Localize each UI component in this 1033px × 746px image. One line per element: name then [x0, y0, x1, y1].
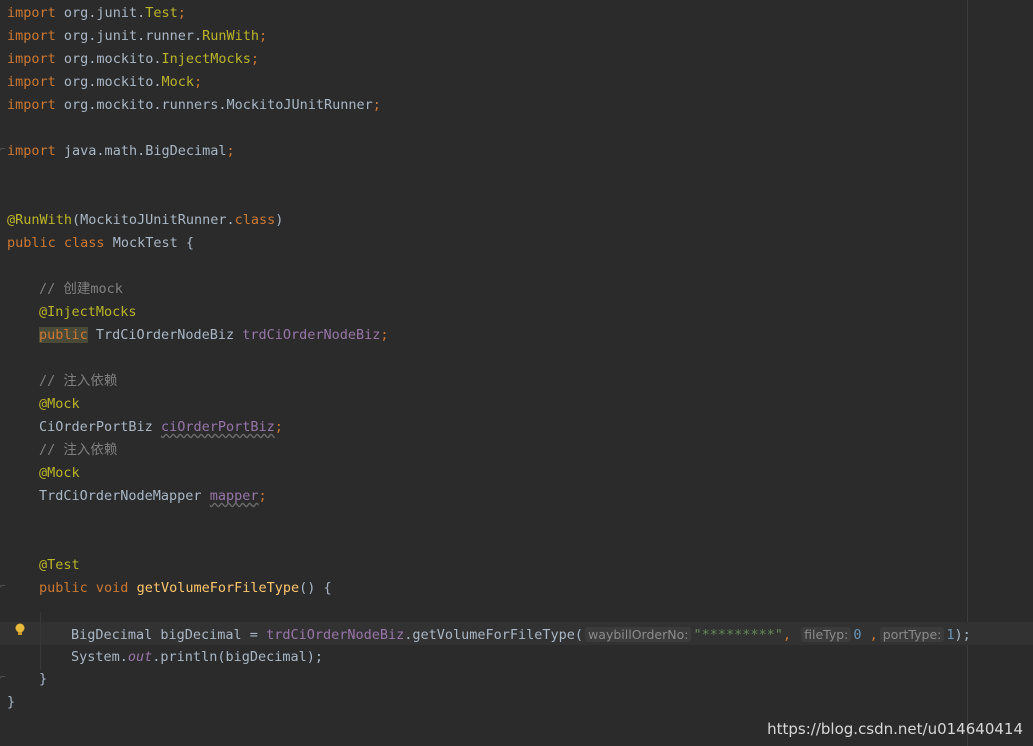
keyword: void: [95, 580, 129, 596]
brace: }: [7, 694, 16, 710]
keyword: import: [7, 143, 56, 159]
fold-marker-icon[interactable]: ⌐: [0, 673, 8, 684]
annotation: @Mock: [39, 396, 80, 412]
code-line[interactable]: public void getVolumeForFileType() {: [39, 577, 332, 600]
keyword: import: [7, 74, 56, 90]
string-literal: "*********": [693, 627, 783, 643]
keyword: import: [7, 28, 56, 44]
code-line[interactable]: // 创建mock: [39, 278, 123, 301]
comment: // 创建mock: [39, 281, 123, 297]
code-line[interactable]: public TrdCiOrderNodeBiz trdCiOrderNodeB…: [39, 324, 389, 347]
code-line[interactable]: import org.mockito.InjectMocks;: [7, 48, 259, 71]
package-name: org.mockito.: [63, 74, 162, 90]
number-literal: 0: [853, 627, 862, 643]
imported-class: Mock: [161, 74, 194, 90]
annotation: @RunWith: [7, 212, 73, 228]
imported-class: InjectMocks: [161, 51, 251, 67]
field-name: ciOrderPortBiz: [160, 419, 275, 435]
code-line[interactable]: public class MockTest {: [7, 232, 194, 255]
package-name: org.mockito.runners.MockitoJUnitRunner: [63, 97, 373, 113]
paren: ): [275, 212, 284, 228]
annotation: @InjectMocks: [39, 304, 137, 320]
keyword: public: [7, 235, 56, 251]
field-name: trdCiOrderNodeBiz: [266, 627, 405, 643]
code-editor[interactable]: import org.junit.Test; import org.junit.…: [0, 0, 1033, 746]
keyword: class: [234, 212, 276, 228]
fold-marker-icon[interactable]: ⌐: [0, 582, 8, 593]
code-line[interactable]: }: [39, 668, 47, 691]
code-line[interactable]: @Mock: [39, 462, 80, 485]
package-name: org.junit.runner.: [63, 28, 203, 44]
code-line[interactable]: TrdCiOrderNodeMapper mapper;: [39, 485, 267, 508]
code-line[interactable]: @InjectMocks: [39, 301, 137, 324]
type-name: CiOrderPortBiz: [39, 419, 153, 435]
keyword: public: [39, 580, 88, 596]
statement-end: );: [954, 627, 971, 643]
keyword: import: [7, 51, 56, 67]
field-name: mapper: [209, 488, 259, 504]
method-call: .getVolumeForFileType(: [404, 627, 584, 643]
type-name: TrdCiOrderNodeMapper: [39, 488, 202, 504]
imported-class: Test: [145, 5, 178, 21]
annotation: @Test: [39, 557, 80, 573]
code-line[interactable]: import java.math.BigDecimal;: [7, 140, 235, 163]
keyword: class: [63, 235, 105, 251]
indent-guide: [40, 612, 41, 670]
keyword: public: [39, 327, 88, 343]
class-name: MockTest {: [112, 235, 194, 251]
code-line[interactable]: CiOrderPortBiz ciOrderPortBiz;: [39, 416, 283, 439]
annotation-arg: (MockitoJUnitRunner.: [72, 212, 235, 228]
watermark: https://blog.csdn.net/u014640414: [767, 720, 1023, 738]
brace: }: [39, 671, 48, 687]
package-name: java.math.BigDecimal: [63, 143, 227, 159]
comment: // 注入依赖: [39, 373, 118, 389]
code-line[interactable]: @RunWith(MockitoJUnitRunner.class): [7, 209, 283, 232]
keyword: import: [7, 5, 56, 21]
imported-class: RunWith: [202, 28, 259, 44]
code-line[interactable]: import org.mockito.Mock;: [7, 71, 202, 94]
code-line[interactable]: }: [7, 691, 15, 714]
statement-text: BigDecimal bigDecimal =: [71, 627, 267, 643]
package-name: org.mockito.: [63, 51, 162, 67]
method-call: .println(bigDecimal);: [152, 649, 323, 665]
code-line[interactable]: import org.mockito.runners.MockitoJUnitR…: [7, 94, 381, 117]
static-field: out: [127, 649, 153, 665]
code-line[interactable]: // 注入依赖: [39, 370, 117, 393]
code-line[interactable]: // 注入依赖: [39, 439, 117, 462]
field-name: trdCiOrderNodeBiz: [242, 327, 381, 343]
parameter-hint: portType:: [879, 627, 945, 642]
code-line[interactable]: BigDecimal bigDecimal = trdCiOrderNodeBi…: [71, 623, 971, 646]
code-line[interactable]: @Test: [39, 554, 80, 577]
parameter-hint: fileTyp:: [801, 627, 852, 642]
code-line[interactable]: import org.junit.runner.RunWith;: [7, 25, 267, 48]
code-line[interactable]: @Mock: [39, 393, 80, 416]
keyword: import: [7, 97, 56, 113]
code-line[interactable]: System.out.println(bigDecimal);: [71, 646, 323, 669]
type-name: TrdCiOrderNodeBiz: [95, 327, 235, 343]
method-name: getVolumeForFileType: [136, 580, 300, 596]
code-line[interactable]: import org.junit.Test;: [7, 2, 186, 25]
package-name: org.junit.: [63, 5, 146, 21]
comment: // 注入依赖: [39, 442, 118, 458]
parameter-hint: waybillOrderNo:: [585, 627, 692, 642]
signature-rest: () {: [299, 580, 332, 596]
lightbulb-icon[interactable]: [14, 622, 26, 638]
annotation: @Mock: [39, 465, 80, 481]
class-ref: System.: [71, 649, 128, 665]
